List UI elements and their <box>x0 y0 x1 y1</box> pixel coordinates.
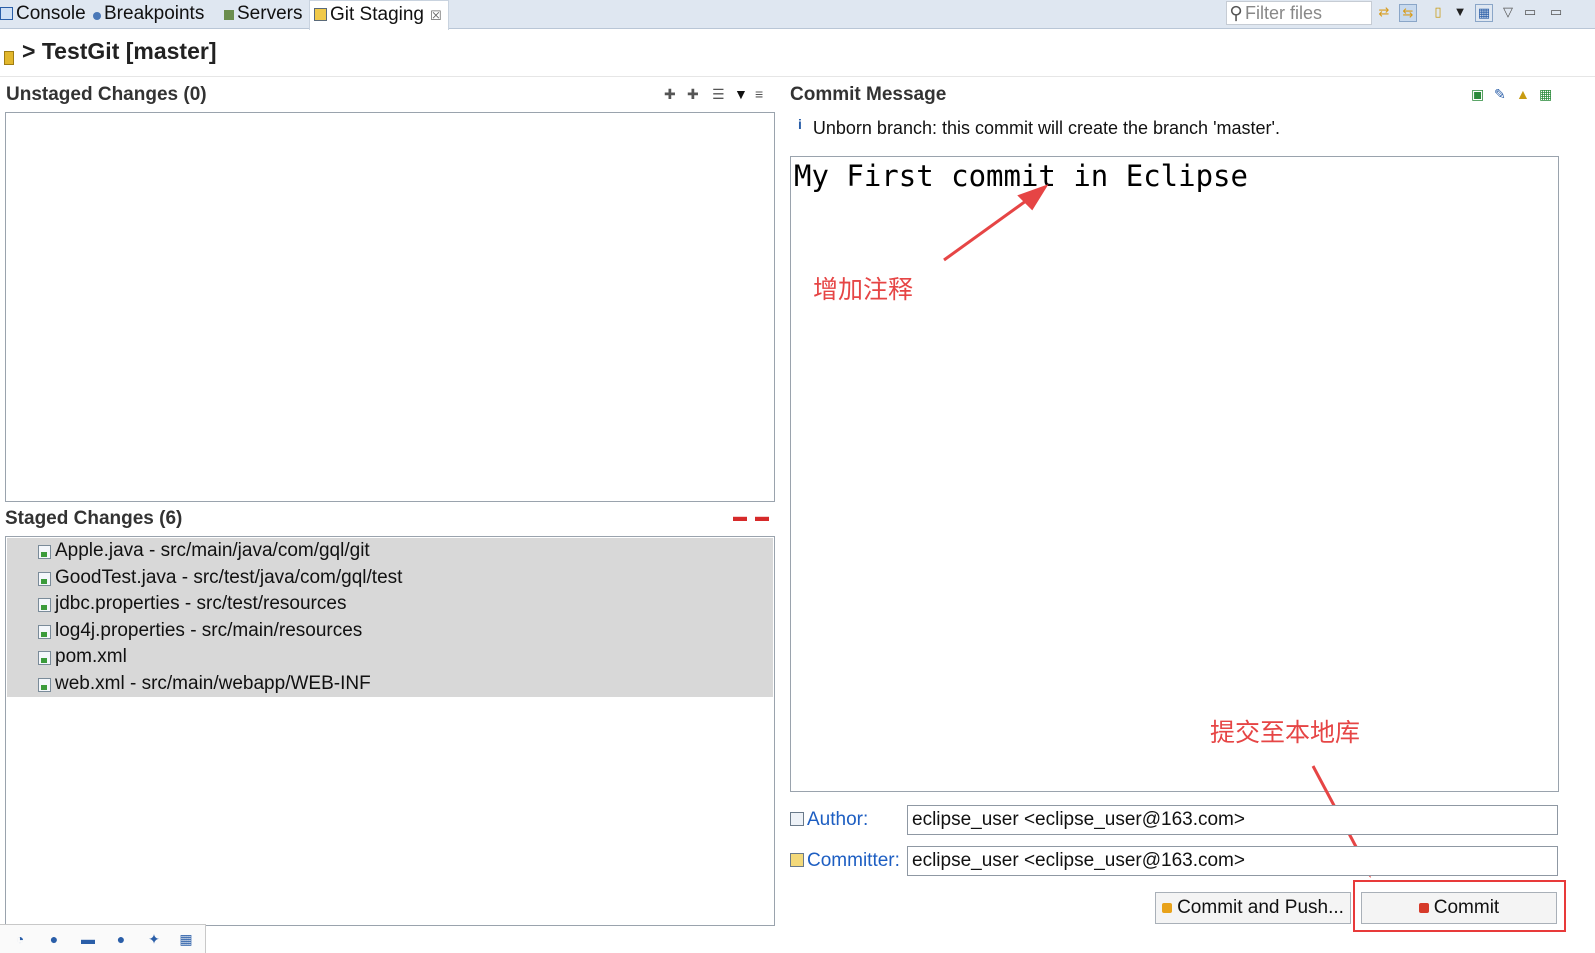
push-icon <box>1162 903 1173 913</box>
commit-highlight-box <box>1353 880 1566 932</box>
user-icon[interactable]: ● <box>46 931 62 947</box>
arrow-line-to-message <box>943 196 1031 262</box>
commit-and-push-label: Commit and Push... <box>1177 897 1344 918</box>
committer-icon <box>790 853 804 867</box>
person-icon[interactable]: ● <box>113 931 129 947</box>
link-icon[interactable]: ✦ <box>146 931 162 947</box>
console-icon[interactable]: ▬ <box>80 931 96 947</box>
committer-label-text: Committer: <box>807 850 900 871</box>
commit-and-push-button[interactable]: Commit and Push... <box>1155 892 1351 924</box>
committer-label: Committer: <box>790 850 900 872</box>
annotation-add-comment: 增加注释 <box>813 275 914 304</box>
arrow-head-to-message <box>1017 184 1049 211</box>
author-field[interactable]: eclipse_user <eclipse_user@163.com> <box>907 805 1558 835</box>
bottom-toolbar: ◔ ● ▬ ● ✦ ▦ <box>0 924 206 953</box>
author-label-text: Author: <box>807 809 869 830</box>
author-label: Author: <box>790 809 868 831</box>
committer-field[interactable]: eclipse_user <eclipse_user@163.com> <box>907 846 1558 876</box>
status-icon[interactable]: ◔ <box>12 931 28 947</box>
author-icon <box>790 812 804 826</box>
grid-icon[interactable]: ▦ <box>178 931 194 947</box>
annotation-commit-to-local: 提交至本地库 <box>1210 718 1361 747</box>
